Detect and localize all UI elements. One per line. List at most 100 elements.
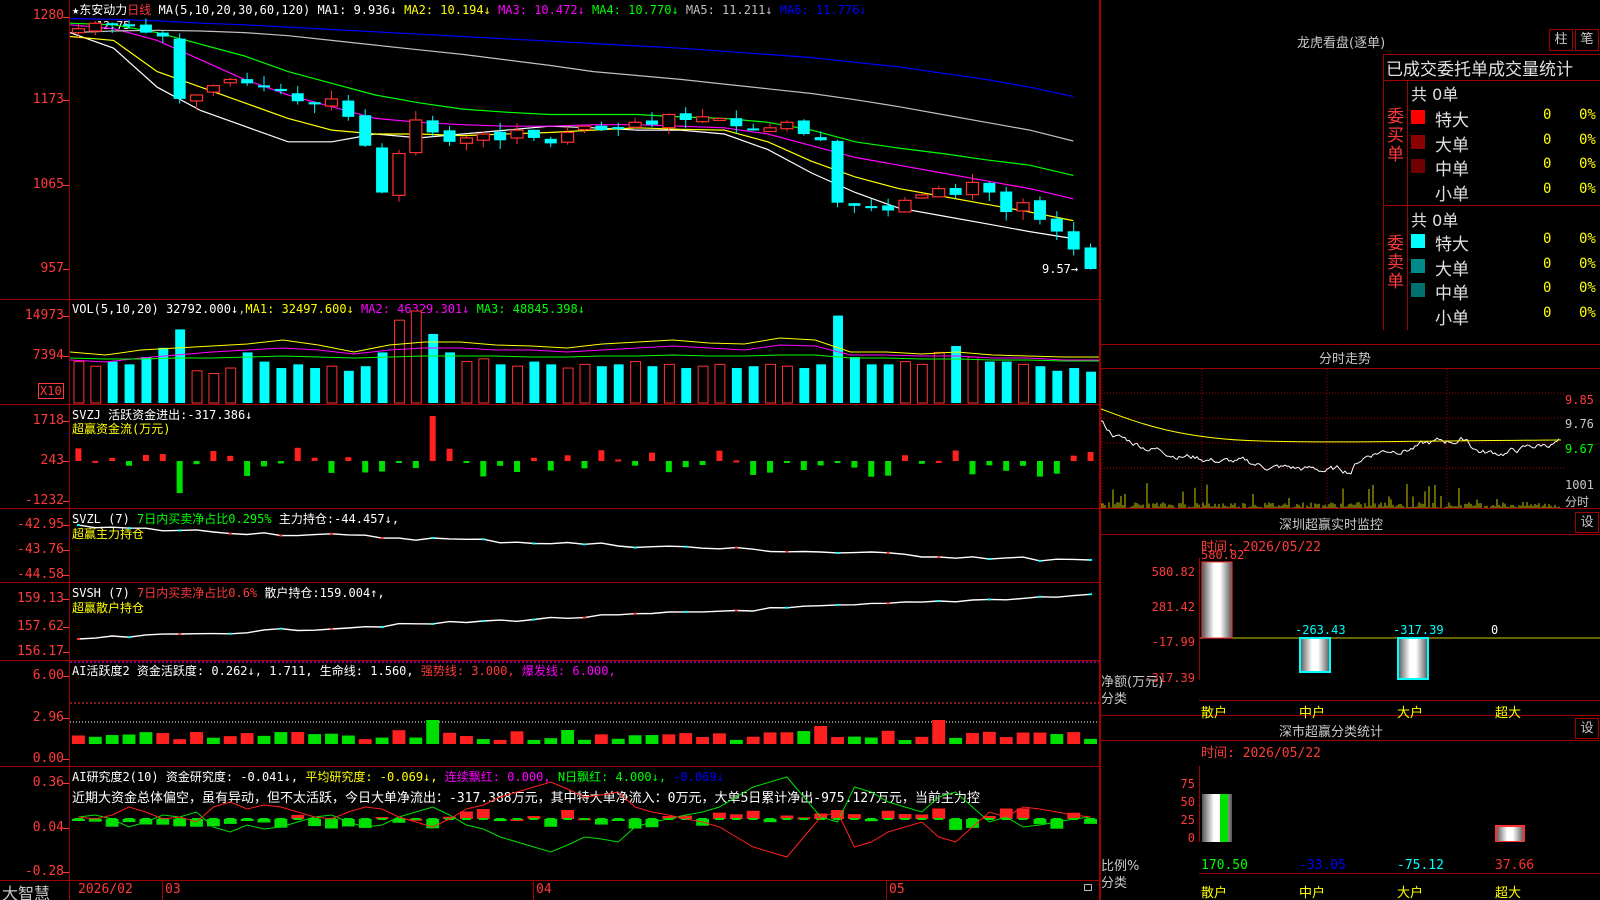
- volume-bar: [799, 368, 810, 403]
- candle-body: [426, 120, 439, 133]
- buy-total: 共 0单: [1411, 85, 1459, 104]
- activity-bar: [459, 736, 473, 744]
- volume-bar: [714, 363, 726, 404]
- fund-flow-bar: [1053, 461, 1060, 474]
- activity-bar: [325, 733, 338, 744]
- research-baseline: [731, 818, 741, 820]
- research-baseline: [1086, 818, 1095, 820]
- activity-bar: [713, 733, 726, 744]
- order-type-label: 大单: [1435, 259, 1469, 280]
- fund-flow-bar: [665, 461, 672, 473]
- stats-settings-button[interactable]: 设: [1575, 718, 1599, 739]
- stats-category-1: 中户: [1299, 886, 1326, 900]
- order-type-label: 特大: [1435, 235, 1469, 255]
- activity-bar: [122, 734, 136, 744]
- stats-bar-chart[interactable]: [1200, 756, 1600, 842]
- activity-bar: [544, 738, 558, 744]
- research-baseline: [259, 818, 269, 820]
- stats-category-label: 分类: [1101, 876, 1128, 891]
- svzl-line-chart[interactable]: [70, 509, 1099, 582]
- research-baseline: [917, 818, 927, 820]
- order-percent: 0%: [1579, 280, 1596, 296]
- candle-body: [932, 188, 946, 198]
- candle-body: [797, 120, 810, 135]
- intraday-axis-label: 9.76: [1565, 417, 1594, 431]
- fund-flow-bar: [480, 461, 487, 477]
- research-baseline: [715, 818, 724, 820]
- fund-flow-bar: [648, 452, 655, 461]
- intraday-panel[interactable]: 分时走势 9.85 9.76 9.67 1001 分时: [1101, 345, 1600, 510]
- fund-flow-bar: [969, 461, 976, 475]
- holding-point: [127, 527, 131, 530]
- order-type-label: 小单: [1435, 308, 1469, 329]
- ai-research-chart[interactable]: [70, 767, 1099, 880]
- volume-bar: [833, 315, 843, 403]
- activity-bar: [847, 736, 861, 744]
- candle-body: [71, 28, 86, 34]
- chart-area[interactable]: ★东安动力日线 MA(5,10,20,30,60,120) MA1: 9.936…: [0, 0, 1100, 900]
- research-baseline: [782, 818, 792, 820]
- intraday-chart[interactable]: [1101, 369, 1566, 508]
- candle-body: [780, 121, 794, 130]
- research-baseline: [596, 818, 606, 820]
- research-baseline: [883, 818, 893, 820]
- fund-flow-bar: [176, 461, 183, 493]
- activity-bar: [864, 737, 878, 744]
- research-baseline: [563, 818, 573, 820]
- candle-body: [106, 23, 119, 26]
- order-count: 0: [1543, 304, 1552, 321]
- order-percent: 0%: [1579, 156, 1596, 172]
- longhu-subtitle: 已成交委托单成交量统计: [1386, 60, 1573, 80]
- holding-line: [78, 524, 1091, 562]
- activity-bar: [156, 732, 170, 744]
- monitor-bar-chart[interactable]: [1200, 558, 1600, 682]
- activity-bar: [1050, 734, 1064, 744]
- ai-active-axis-label: 2.96: [32, 710, 64, 725]
- activity-bar: [982, 731, 996, 744]
- holding-point: [431, 537, 435, 540]
- monitor-settings-button[interactable]: 设: [1575, 512, 1599, 533]
- volume-bar: [816, 364, 827, 403]
- order-type-label: 特大: [1435, 111, 1469, 131]
- research-bar: [308, 819, 322, 827]
- activity-bar: [915, 736, 929, 744]
- candle-body: [561, 131, 575, 143]
- chart-mode-bar-button[interactable]: 柱: [1549, 29, 1573, 51]
- chart-mode-tick-button[interactable]: 笔: [1575, 29, 1599, 51]
- holding-point: [178, 529, 182, 532]
- fund-flow-bar: [547, 461, 554, 471]
- holding-point: [279, 627, 283, 630]
- research-baseline: [647, 818, 657, 820]
- volume-chart[interactable]: [70, 300, 1099, 404]
- volume-bar: [596, 366, 607, 403]
- order-count: 0: [1543, 156, 1552, 172]
- activity-bar: [645, 735, 659, 744]
- candle-body: [679, 113, 692, 120]
- holding-point: [1038, 595, 1042, 598]
- activity-bar: [729, 739, 743, 744]
- activity-bar: [409, 737, 423, 744]
- research-bar: [949, 819, 963, 830]
- fund-flow-bar: [733, 460, 740, 463]
- svsh-line-chart[interactable]: [70, 583, 1099, 660]
- color-swatch: [1411, 258, 1425, 273]
- price-candlestick-chart[interactable]: [70, 0, 1099, 299]
- fund-flow-bar: [429, 416, 436, 461]
- research-baseline: [276, 818, 286, 820]
- color-swatch: [1411, 183, 1425, 198]
- ai-active-chart[interactable]: [70, 661, 1099, 766]
- intraday-price-line: [1101, 420, 1560, 475]
- svsh-axis-label: 156.17: [17, 644, 64, 659]
- svzj-bar-chart[interactable]: [70, 405, 1099, 508]
- svzj-axis-label: 1718: [32, 413, 64, 428]
- longhu-title: 龙虎看盘(逐单): [1297, 36, 1386, 51]
- research-bar: [274, 819, 288, 828]
- volume-axis-label: 14973: [24, 308, 64, 323]
- research-bar: [932, 808, 946, 819]
- moving-average-line: [70, 24, 1074, 200]
- order-row: 特大 0 0%: [1411, 106, 1600, 131]
- research-baseline: [580, 818, 589, 820]
- sell-total: 共 0单: [1411, 211, 1459, 230]
- lock-icon[interactable]: [1084, 884, 1092, 891]
- activity-bar: [358, 739, 372, 744]
